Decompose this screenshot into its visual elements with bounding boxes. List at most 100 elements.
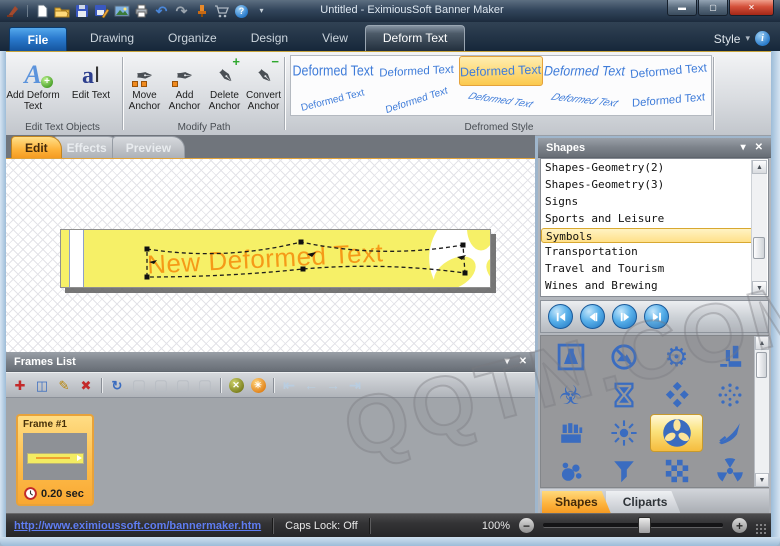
minimize-button[interactable]: ▬	[667, 0, 697, 16]
website-link[interactable]: http://www.eximioussoft.com/bannermaker.…	[14, 520, 261, 532]
category-scrollbar[interactable]: ▲ ▼	[751, 160, 767, 295]
category-item[interactable]: Sports and Leisure	[541, 210, 768, 227]
tab-design[interactable]: Design	[234, 26, 305, 51]
tab-deform-text[interactable]: Deform Text	[365, 25, 465, 51]
category-item[interactable]: Travel and Tourism	[541, 260, 768, 277]
globe-effect-icon[interactable]: ✕	[226, 376, 246, 394]
last-page-icon[interactable]	[644, 304, 669, 329]
resize-grip[interactable]	[764, 524, 766, 534]
add-frame-icon[interactable]: ✚	[10, 376, 30, 394]
scroll-up-icon[interactable]: ▲	[752, 160, 767, 174]
open-folder-icon[interactable]	[53, 3, 70, 19]
previous-page-icon[interactable]	[580, 304, 605, 329]
tab-view[interactable]: View	[305, 26, 365, 51]
first-page-icon[interactable]	[548, 304, 573, 329]
export-image-icon[interactable]	[113, 3, 130, 19]
tab-cliparts[interactable]: Cliparts	[606, 491, 681, 513]
shape-paw-blob[interactable]	[544, 452, 597, 488]
panel-close-icon[interactable]: ✕	[755, 142, 763, 153]
zoom-slider[interactable]	[543, 523, 723, 528]
scrollbar-thumb[interactable]	[756, 352, 767, 378]
tab-preview[interactable]: Preview	[112, 136, 185, 158]
tab-effects[interactable]: Effects	[53, 136, 121, 158]
help-icon[interactable]: ?	[233, 3, 250, 19]
shape-biohazard[interactable]: ☣	[544, 376, 597, 414]
shape-checkerboard[interactable]	[650, 452, 703, 488]
purchase-cart-icon[interactable]	[213, 3, 230, 19]
capture-frame-icon[interactable]: ↻	[107, 376, 127, 394]
undo-icon[interactable]: ↶	[153, 3, 170, 19]
save-icon[interactable]	[73, 3, 90, 19]
zoom-in-button[interactable]: +	[732, 518, 747, 533]
frame-card[interactable]: Frame #1 0.20 sec	[16, 414, 94, 506]
duplicate-frame-icon[interactable]: ◫	[32, 376, 52, 394]
tab-edit[interactable]: Edit	[11, 136, 62, 158]
shape-fist-tower[interactable]	[544, 414, 597, 452]
save-as-icon[interactable]	[93, 3, 110, 19]
style-flag-left[interactable]: Deformed Text	[459, 86, 543, 116]
category-item-selected[interactable]: Symbols	[541, 228, 767, 243]
panel-menu-icon[interactable]: ▾	[741, 142, 746, 153]
shape-diamond-cluster[interactable]	[650, 376, 703, 414]
style-arch-up[interactable]: Deformed Text	[291, 86, 375, 116]
design-canvas[interactable]: New Deformed Text	[6, 158, 535, 352]
last-frame-icon[interactable]: ⇥	[345, 376, 365, 394]
scrollbar-thumb[interactable]	[753, 237, 765, 259]
add-deform-text-button[interactable]: A+ Add Deform Text	[5, 56, 61, 116]
previous-frame-icon[interactable]: ←	[301, 376, 321, 394]
gallery-scrollbar[interactable]: ▲ ▼	[754, 336, 769, 487]
shape-dot-spiral[interactable]	[703, 376, 756, 414]
close-button[interactable]: ✕	[729, 0, 774, 16]
category-item[interactable]: Wines and Brewing	[541, 277, 768, 294]
style-perspective-right[interactable]: Deformed Text	[627, 86, 711, 116]
send-back-icon[interactable]: ▢	[129, 376, 149, 394]
shape-hourglass[interactable]	[597, 376, 650, 414]
style-flag-crossed[interactable]: Deformed Text	[543, 86, 627, 116]
style-arch-circle[interactable]: Deformed Text	[375, 86, 459, 116]
category-item[interactable]: Transportation	[541, 243, 768, 260]
edit-frame-icon[interactable]: ✎	[54, 376, 74, 394]
delete-anchor-button[interactable]: ✒+ Delete Anchor	[205, 56, 244, 116]
qat-menu-icon[interactable]: ▾	[253, 3, 270, 19]
style-tilt[interactable]: Deformed Text	[627, 56, 711, 86]
category-item[interactable]: Shapes-Geometry(3)	[541, 176, 768, 193]
style-slant[interactable]: Deformed Text	[543, 56, 627, 86]
scroll-down-icon[interactable]: ▼	[755, 473, 769, 487]
panel-close-icon[interactable]: ✕	[519, 356, 527, 367]
bring-front-icon[interactable]: ▢	[195, 376, 215, 394]
next-page-icon[interactable]	[612, 304, 637, 329]
edit-text-button[interactable]: aI Edit Text	[65, 56, 117, 116]
zoom-out-button[interactable]: −	[519, 518, 534, 533]
style-arc-selected[interactable]: Deformed Text	[459, 56, 543, 86]
shape-sunburst[interactable]	[597, 414, 650, 452]
delete-frame-icon[interactable]: ✖	[76, 376, 96, 394]
category-item[interactable]: Signs	[541, 193, 768, 210]
shape-funnel[interactable]	[597, 452, 650, 488]
next-frame-icon[interactable]: →	[323, 376, 343, 394]
scroll-down-icon[interactable]: ▼	[752, 281, 767, 295]
zoom-slider-thumb[interactable]	[638, 517, 651, 534]
tab-drawing[interactable]: Drawing	[73, 26, 151, 51]
add-anchor-button[interactable]: ✒ Add Anchor	[165, 56, 204, 116]
selection-marquee[interactable]	[139, 232, 473, 284]
move-anchor-button[interactable]: ✒ Move Anchor	[125, 56, 164, 116]
shape-saber[interactable]	[703, 414, 756, 452]
maximize-button[interactable]: ▢	[698, 0, 728, 16]
publish-icon[interactable]	[193, 3, 210, 19]
panel-menu-icon[interactable]: ▾	[505, 356, 510, 367]
info-icon[interactable]: i	[755, 31, 770, 46]
tab-organize[interactable]: Organize	[151, 26, 234, 51]
print-icon[interactable]	[133, 3, 150, 19]
style-menu[interactable]: Style ▾ i	[714, 31, 780, 51]
category-item[interactable]: Shapes-Geometry(2)	[541, 159, 768, 176]
style-plain[interactable]: Deformed Text	[291, 56, 375, 86]
new-document-icon[interactable]	[33, 3, 50, 19]
tab-file[interactable]: File	[9, 27, 67, 51]
shape-triquetra-selected[interactable]	[650, 414, 703, 452]
shape-radiation-fan[interactable]	[703, 452, 756, 488]
redo-icon[interactable]: ↷	[173, 3, 190, 19]
style-perspective[interactable]: Deformed Text	[375, 56, 459, 86]
shape-chemical-flask[interactable]	[544, 338, 597, 376]
duration-clock-icon[interactable]: ✳	[248, 376, 268, 394]
first-frame-icon[interactable]: ⇤	[279, 376, 299, 394]
